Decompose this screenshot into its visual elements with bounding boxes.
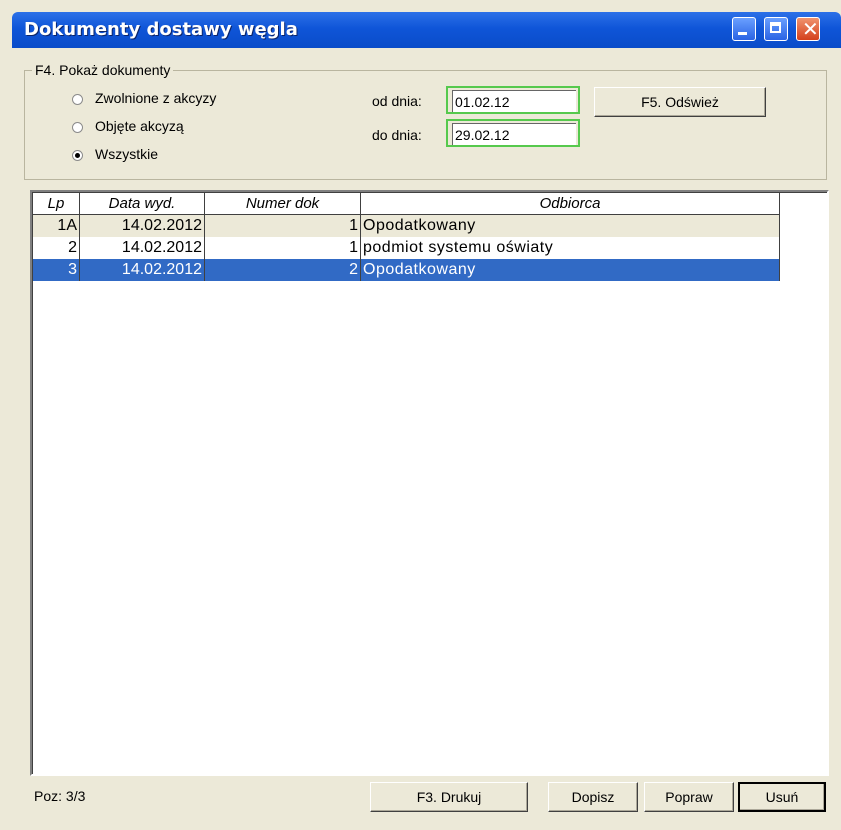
from-date-input[interactable]	[452, 90, 576, 112]
radio-label: Wszystkie	[95, 146, 158, 162]
radio-label: Zwolnione z akcyzy	[95, 90, 217, 106]
cell-date: 14.02.2012	[80, 215, 205, 237]
radio-zwolnione[interactable]: Zwolnione z akcyzy	[72, 90, 216, 106]
table-body: Lp Data wyd. Numer dok Odbiorca 1A 14.02…	[32, 192, 827, 774]
radio-label: Objęte akcyzą	[95, 118, 184, 134]
cell-recipient: Opodatkowany	[361, 259, 780, 281]
cell-lp: 1A	[33, 215, 80, 237]
radio-indicator-selected	[72, 149, 83, 161]
cell-lp: 3	[33, 259, 80, 281]
print-button[interactable]: F3. Drukuj	[370, 782, 528, 812]
column-header-lp[interactable]: Lp	[33, 193, 80, 215]
minimize-icon	[738, 32, 747, 35]
add-button[interactable]: Dopisz	[548, 782, 638, 812]
cell-lp: 2	[33, 237, 80, 259]
cell-date: 14.02.2012	[80, 237, 205, 259]
radio-indicator	[72, 93, 83, 105]
from-date-label: od dnia:	[372, 93, 422, 109]
close-button[interactable]: ✕	[796, 17, 820, 41]
radio-indicator	[72, 121, 83, 133]
close-icon: ✕	[802, 17, 819, 41]
radio-objete[interactable]: Objęte akcyzą	[72, 118, 184, 134]
from-date-frame	[446, 86, 580, 114]
documents-table[interactable]: Lp Data wyd. Numer dok Odbiorca 1A 14.02…	[30, 190, 829, 776]
cell-recipient: podmiot systemu oświaty	[361, 237, 780, 259]
cell-number: 1	[205, 237, 361, 259]
maximize-icon	[770, 22, 781, 33]
cell-recipient: Opodatkowany	[361, 215, 780, 237]
to-date-frame	[446, 119, 580, 147]
maximize-button[interactable]	[764, 17, 788, 41]
delete-button[interactable]: Usuń	[738, 782, 826, 812]
window: Dokumenty dostawy węgla ✕ F4. Pokaż doku…	[0, 0, 841, 830]
cell-number: 1	[205, 215, 361, 237]
table-row[interactable]: 1A 14.02.2012 1 Opodatkowany	[33, 215, 780, 237]
column-header-recipient[interactable]: Odbiorca	[361, 193, 780, 215]
radio-wszystkie[interactable]: Wszystkie	[72, 146, 158, 162]
table-row[interactable]: 2 14.02.2012 1 podmiot systemu oświaty	[33, 237, 780, 259]
refresh-button[interactable]: F5. Odśwież	[594, 87, 766, 117]
edit-button[interactable]: Popraw	[644, 782, 734, 812]
window-title: Dokumenty dostawy węgla	[24, 19, 298, 40]
filter-group-label: F4. Pokaż dokumenty	[32, 62, 174, 78]
to-date-input[interactable]	[452, 123, 576, 145]
position-indicator: Poz: 3/3	[34, 788, 86, 804]
column-header-date[interactable]: Data wyd.	[80, 193, 205, 215]
title-bar[interactable]: Dokumenty dostawy węgla ✕	[12, 12, 841, 48]
minimize-button[interactable]	[732, 17, 756, 41]
cell-number: 2	[205, 259, 361, 281]
cell-date: 14.02.2012	[80, 259, 205, 281]
table-row-selected[interactable]: 3 14.02.2012 2 Opodatkowany	[33, 259, 780, 281]
to-date-label: do dnia:	[372, 127, 422, 143]
column-header-number[interactable]: Numer dok	[205, 193, 361, 215]
